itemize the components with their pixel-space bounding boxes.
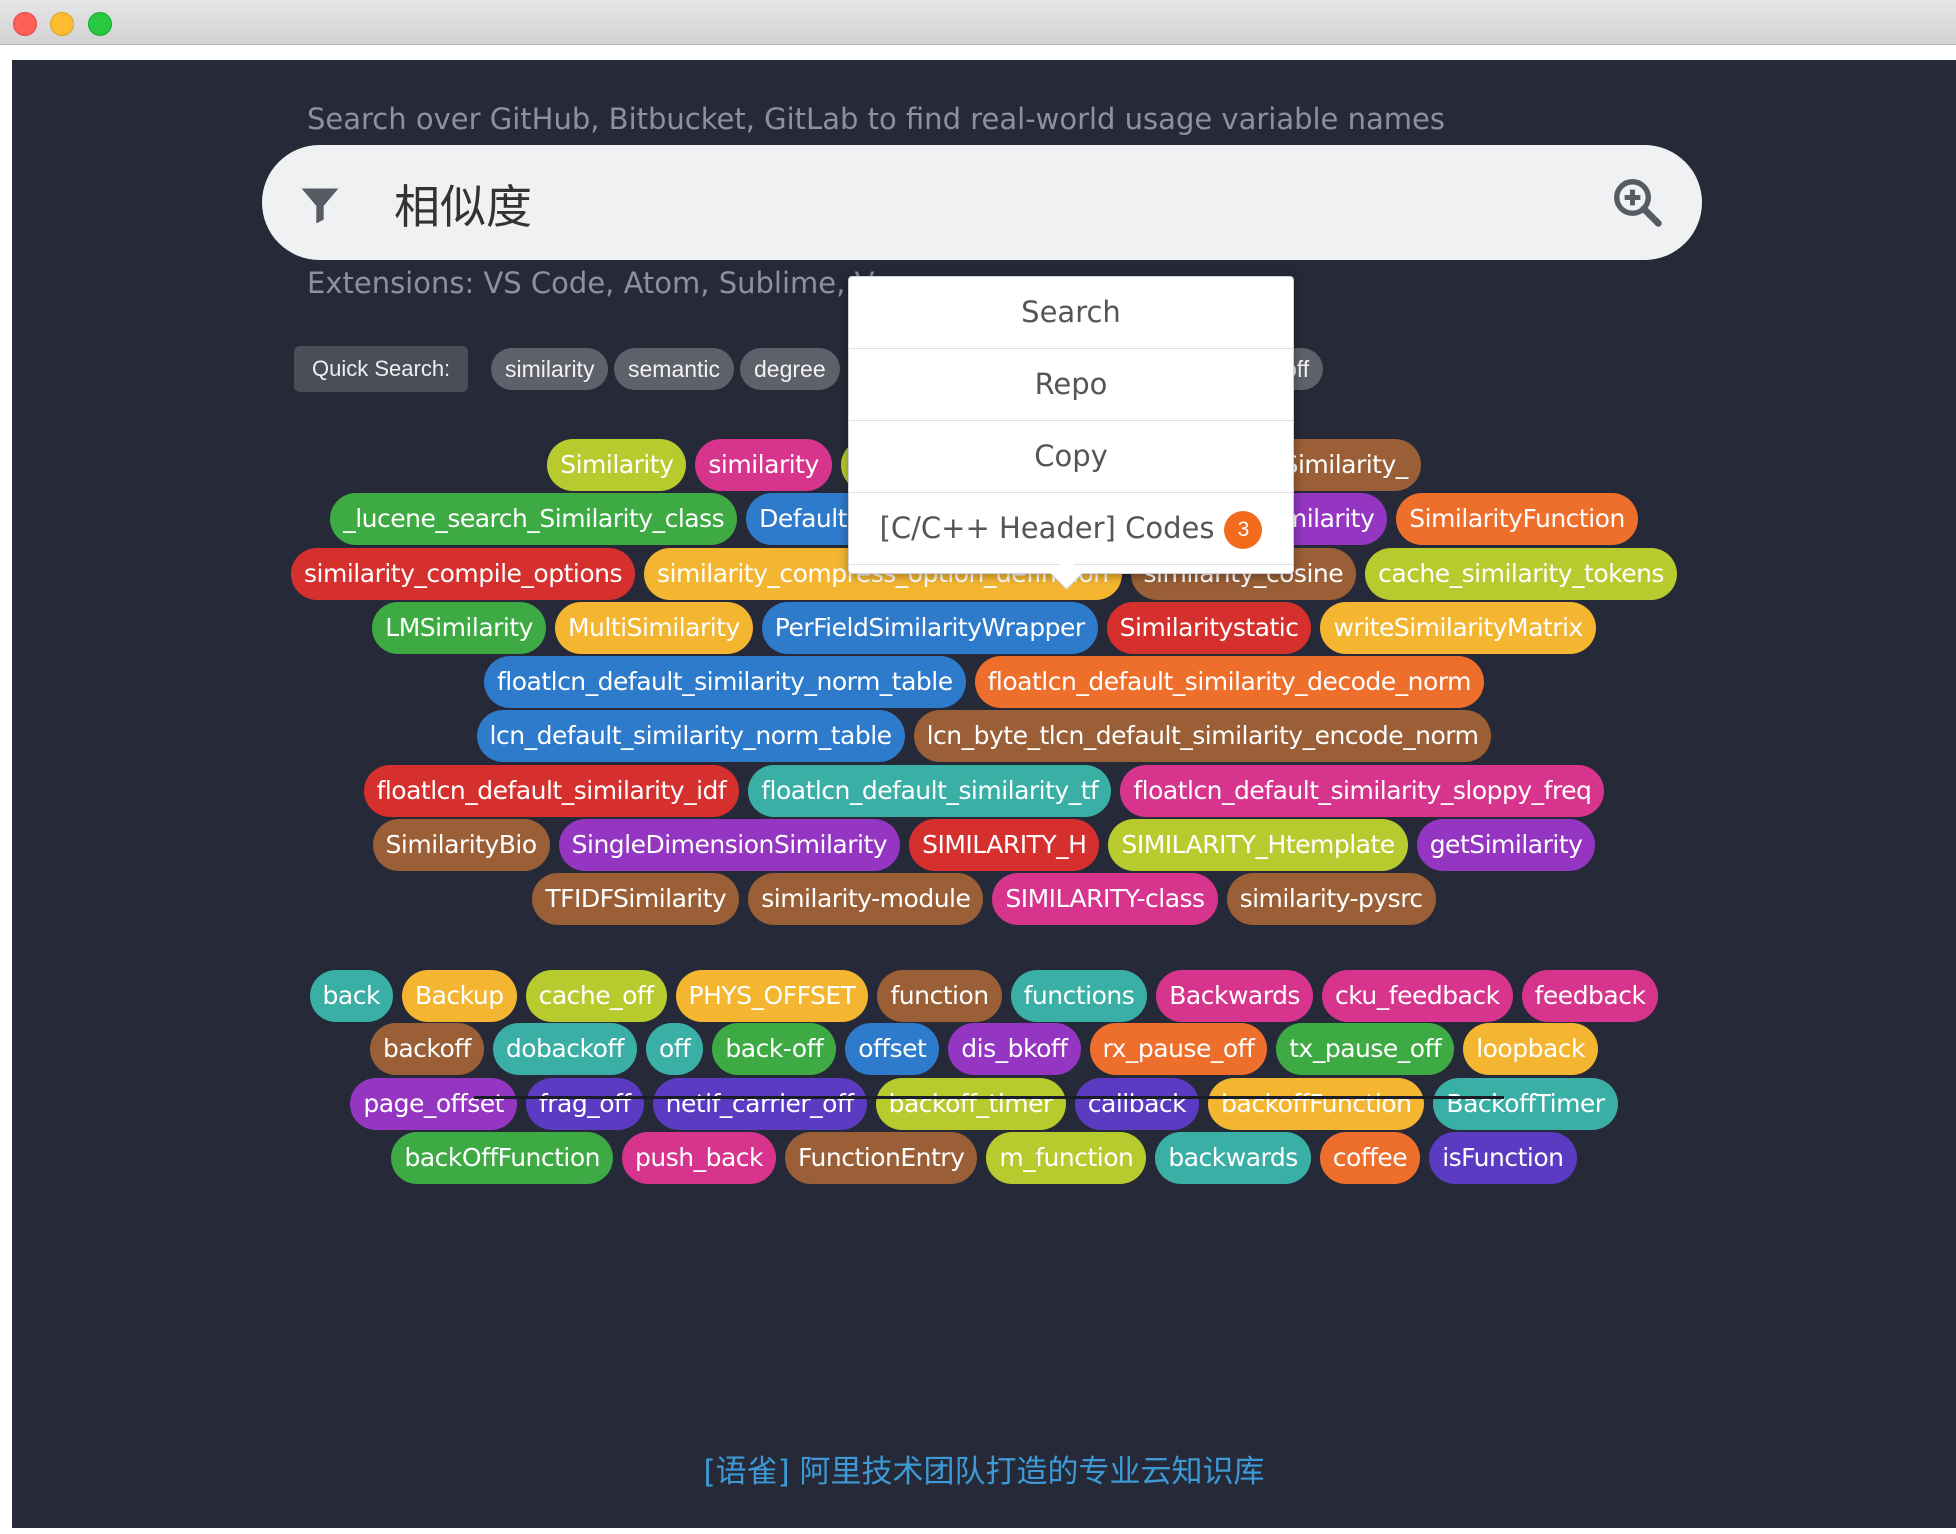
quick-search-label: Quick Search: xyxy=(294,346,469,392)
variable-tag[interactable]: _lucene_search_Similarity_class xyxy=(330,493,738,545)
variable-tag[interactable]: similarity-pysrc xyxy=(1226,873,1436,925)
variable-tag[interactable]: offset xyxy=(845,1023,940,1075)
menu-item-codes[interactable]: [C/C++ Header] Codes 3 xyxy=(849,493,1293,565)
variable-tag[interactable]: back xyxy=(309,970,393,1022)
menu-item-label: Copy xyxy=(1034,439,1108,473)
variable-tag[interactable]: off xyxy=(645,1023,704,1075)
tag-row: page_offset frag_off netif_carrier_off back… xyxy=(12,1076,1956,1132)
tag-row: floatlcn_default_similarity_norm_table fl… xyxy=(12,654,1956,710)
variable-tag[interactable]: m_function xyxy=(986,1132,1147,1184)
variable-tag[interactable]: lcn_byte_tlcn_default_similarity_encode_… xyxy=(913,710,1492,762)
variable-tag[interactable]: TFIDFSimilarity xyxy=(532,873,740,925)
variable-tag[interactable]: SimilarityBio xyxy=(372,819,550,871)
variable-tag[interactable]: rx_pause_off xyxy=(1089,1023,1268,1075)
variable-tag[interactable]: Backup xyxy=(401,970,517,1022)
close-window-button[interactable] xyxy=(13,12,37,36)
variable-tag[interactable]: Backwards xyxy=(1156,970,1313,1022)
minimize-window-button[interactable] xyxy=(50,12,74,36)
variable-tag[interactable]: getSimilarity xyxy=(1416,819,1596,871)
variable-tag[interactable]: MultiSimilarity xyxy=(554,602,753,654)
variable-tag[interactable]: Similaritystatic xyxy=(1106,602,1312,654)
variable-tag[interactable]: SimilarityFunction xyxy=(1396,493,1638,545)
menu-item-label: Search xyxy=(1021,295,1121,329)
tag-row: back Backup cache_off PHYS_OFFSET function fu… xyxy=(12,968,1956,1024)
variable-tag[interactable]: dobackoff xyxy=(492,1023,637,1075)
variable-tag[interactable]: floatlcn_default_similarity_tf xyxy=(748,765,1112,817)
variable-tag[interactable]: coffee xyxy=(1319,1132,1421,1184)
variable-tag[interactable]: backwards xyxy=(1155,1132,1311,1184)
variable-tag[interactable]: page_offset xyxy=(350,1078,517,1130)
section-divider xyxy=(474,1096,1504,1099)
tag-row: TFIDFSimilarity similarity-module SIMILARI… xyxy=(12,871,1956,927)
tag-row: backOffFunction push_back FunctionEntry m_f… xyxy=(12,1130,1956,1186)
footer-link[interactable]: [语雀] 阿里技术团队打造的专业云知识库 xyxy=(12,1446,1956,1491)
variable-tag[interactable]: tx_pause_off xyxy=(1276,1023,1455,1075)
variable-tag[interactable]: FunctionEntry xyxy=(785,1132,978,1184)
variable-tag[interactable]: frag_off xyxy=(525,1078,644,1130)
variable-tag[interactable]: feedback xyxy=(1521,970,1659,1022)
filter-icon[interactable] xyxy=(298,183,342,227)
variable-tag[interactable]: function xyxy=(877,970,1002,1022)
tag-row: LMSimilarity MultiSimilarity PerFieldSimil… xyxy=(12,600,1956,656)
variable-tag[interactable]: backOffFunction xyxy=(391,1132,614,1184)
variable-tag[interactable]: SIMILARITY_Htemplate xyxy=(1108,819,1408,871)
search-input[interactable] xyxy=(392,163,1396,245)
variable-tag[interactable]: backoff xyxy=(369,1023,484,1075)
variable-tag[interactable]: isFunction xyxy=(1429,1132,1577,1184)
tag-row: SimilarityBio SingleDimensionSimilarity SI… xyxy=(12,817,1956,873)
variable-tag[interactable]: similarity xyxy=(695,439,832,491)
menu-item-repo[interactable]: Repo xyxy=(849,349,1293,421)
tag-row: lcn_default_similarity_norm_table lcn_byt… xyxy=(12,708,1956,764)
menu-item-copy[interactable]: Copy xyxy=(849,421,1293,493)
menu-item-label: [C/C++ Header] Codes xyxy=(879,511,1215,545)
page-content: Search over GitHub, Bitbucket, GitLab to… xyxy=(12,60,1956,1528)
search-hint: Search over GitHub, Bitbucket, GitLab to… xyxy=(307,102,1445,136)
variable-tag[interactable]: backoffFunction xyxy=(1208,1078,1425,1130)
variable-tag[interactable]: cache_similarity_tokens xyxy=(1365,548,1677,600)
variable-tag[interactable]: cache_off xyxy=(525,970,667,1022)
tag-row: floatlcn_default_similarity_idf floatlcn_… xyxy=(12,763,1956,819)
variable-tag[interactable]: loopback xyxy=(1463,1023,1599,1075)
variable-tag[interactable]: floatlcn_default_similarity_norm_table xyxy=(483,656,966,708)
variable-tag[interactable]: similarity_compile_options xyxy=(291,548,636,600)
variable-tag[interactable]: writeSimilarityMatrix xyxy=(1320,602,1596,654)
extensions-hint: Extensions: VS Code, Atom, Sublime, V xyxy=(307,266,875,300)
variable-tag[interactable]: dis_bkoff xyxy=(948,1023,1081,1075)
variable-tag[interactable]: PHYS_OFFSET xyxy=(675,970,869,1022)
variable-tag[interactable]: backoff_timer xyxy=(875,1078,1066,1130)
variable-tag[interactable]: functions xyxy=(1010,970,1148,1022)
variable-tag[interactable]: floatlcn_default_similarity_sloppy_freq xyxy=(1120,765,1605,817)
variable-tag[interactable]: PerFieldSimilarityWrapper xyxy=(761,602,1098,654)
variable-tag[interactable]: similarity-module xyxy=(748,873,984,925)
quick-search-tag[interactable]: degree xyxy=(740,348,840,390)
variable-tag[interactable]: back-off xyxy=(712,1023,837,1075)
search-bar xyxy=(262,145,1702,260)
variable-tag[interactable]: floatlcn_default_similarity_decode_norm xyxy=(974,656,1485,708)
zoom-in-icon[interactable] xyxy=(1610,175,1664,229)
variable-tag[interactable]: SingleDimensionSimilarity xyxy=(558,819,901,871)
quick-search-tag[interactable]: similarity xyxy=(491,348,609,390)
variable-tag[interactable]: push_back xyxy=(622,1132,777,1184)
variable-tag[interactable]: SIMILARITY_H xyxy=(909,819,1100,871)
quick-search-tag[interactable]: semantic xyxy=(614,348,735,390)
count-badge: 3 xyxy=(1224,511,1263,549)
menu-item-label: Repo xyxy=(1034,367,1108,401)
variable-tag[interactable]: lcn_default_similarity_norm_table xyxy=(476,710,905,762)
variable-tag[interactable]: cku_feedback xyxy=(1321,970,1513,1022)
maximize-window-button[interactable] xyxy=(88,12,112,36)
variable-tag[interactable]: Similarity xyxy=(547,439,687,491)
variable-tag[interactable]: SIMILARITY-class xyxy=(992,873,1218,925)
window-titlebar xyxy=(0,0,1956,45)
menu-item-search[interactable]: Search xyxy=(849,277,1293,349)
variable-tag[interactable]: LMSimilarity xyxy=(372,602,546,654)
variable-tag[interactable]: callback xyxy=(1074,1078,1200,1130)
variable-tag[interactable]: floatlcn_default_similarity_idf xyxy=(363,765,740,817)
variable-tag[interactable]: BackoffTimer xyxy=(1433,1078,1618,1130)
variable-tag[interactable]: netif_carrier_off xyxy=(652,1078,867,1130)
context-menu: Search Repo Copy [C/C++ Header] Codes 3 xyxy=(848,276,1294,590)
tag-row: backoff dobackoff off back-off offset dis_bko… xyxy=(12,1021,1956,1077)
